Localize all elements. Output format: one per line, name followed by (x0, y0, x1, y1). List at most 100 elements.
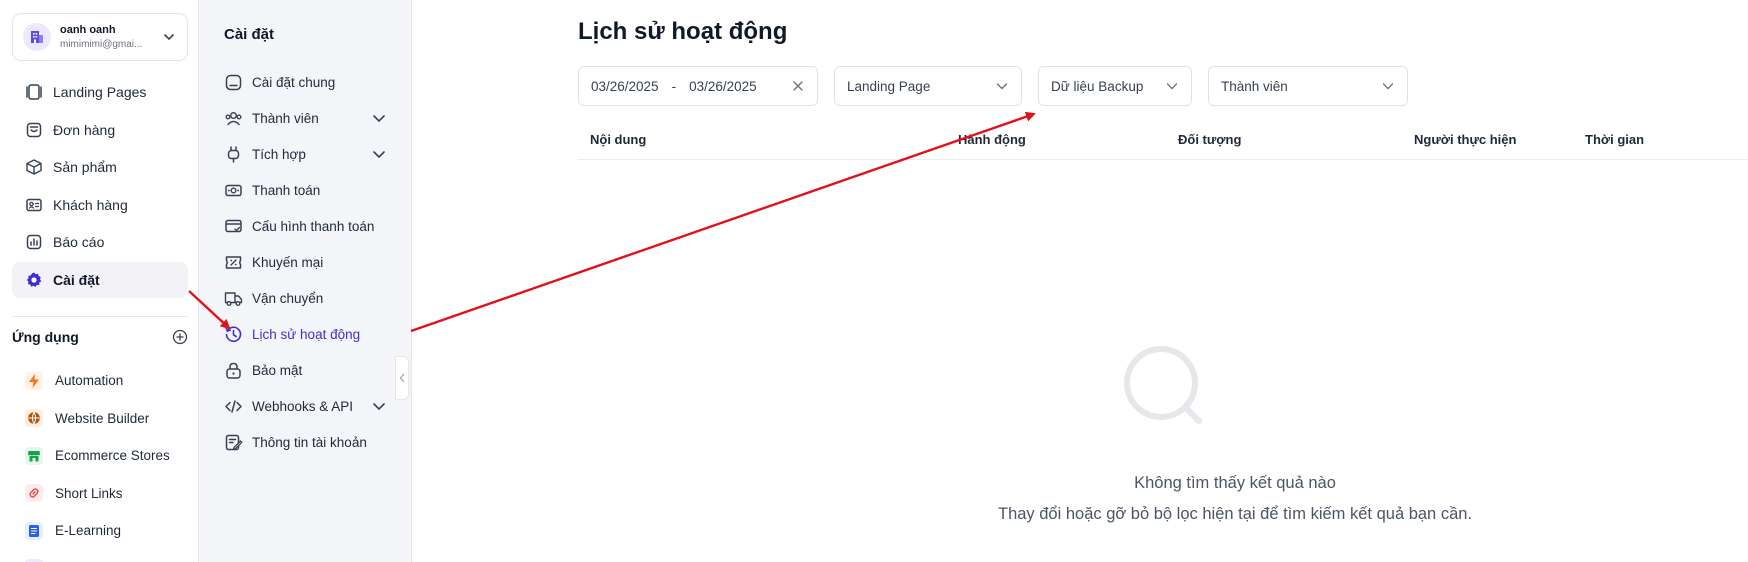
app-label: Website Builder (55, 410, 150, 426)
settings-item-security[interactable]: Bảo mật (224, 352, 389, 388)
lightning-icon (25, 371, 43, 390)
orders-icon (26, 122, 42, 137)
landing-pages-icon (26, 84, 42, 100)
app-item-partial[interactable] (12, 550, 188, 562)
chevron-down-icon[interactable] (371, 110, 387, 126)
settings-title: Cài đặt (224, 26, 275, 43)
link-icon (25, 484, 43, 503)
app-label: Ecommerce Stores (55, 448, 170, 464)
nav-item-products[interactable]: Sản phẩm (12, 149, 188, 185)
nav-item-customers[interactable]: Khách hàng (12, 187, 188, 223)
apps-title: Ứng dụng (12, 329, 79, 345)
code-icon (225, 399, 242, 413)
empty-state-subtitle: Thay đổi hoặc gỡ bỏ bộ lọc hiện tại để t… (997, 505, 1473, 523)
clear-icon[interactable] (791, 79, 805, 93)
column-header-performer: Người thực hiện (1414, 132, 1517, 147)
settings-item-payments[interactable]: Thanh toán (224, 172, 389, 208)
settings-item-label: Vận chuyển (252, 290, 324, 306)
sidebar-divider (12, 316, 188, 317)
settings-item-label: Cài đặt chung (252, 74, 336, 90)
settings-item-members[interactable]: Thành viên (224, 100, 389, 136)
account-info-icon (225, 434, 243, 450)
settings-item-promotions[interactable]: Khuyến mại (224, 244, 389, 280)
account-email: mimimimi@gmai... (60, 39, 143, 50)
chevron-down-icon (1166, 83, 1178, 90)
building-icon (23, 23, 51, 51)
data-type-select[interactable]: Dữ liệu Backup (1038, 66, 1192, 106)
nav-label: Cài đặt (53, 271, 100, 288)
chevron-down-icon (1382, 83, 1394, 90)
nav-label: Landing Pages (53, 84, 147, 100)
settings-item-label: Lịch sử hoạt động (252, 326, 361, 342)
select-value: Thành viên (1221, 78, 1288, 94)
nav-item-settings[interactable]: Cài đặt (12, 261, 188, 298)
truck-icon (224, 291, 243, 306)
app-item-website-builder[interactable]: Website Builder (12, 400, 188, 438)
payment-config-icon (225, 219, 242, 232)
nav-item-orders[interactable]: Đơn hàng (12, 112, 188, 148)
chevron-down-icon (996, 83, 1008, 90)
nav-label: Sản phẩm (53, 159, 117, 175)
money-icon (225, 184, 242, 196)
settings-item-shipping[interactable]: Vận chuyển (224, 280, 389, 316)
chevron-down-icon[interactable] (161, 29, 177, 45)
settings-item-label: Khuyến mại (252, 254, 324, 270)
gear-icon (26, 272, 42, 287)
chevron-left-icon (399, 373, 405, 383)
add-circle-icon[interactable] (172, 329, 188, 345)
settings-item-label: Thành viên (252, 110, 319, 126)
app-label: Automation (55, 373, 124, 389)
table-header: Nội dung Hành động Đối tượng Người thực … (578, 122, 1748, 160)
app-item-short-links[interactable]: Short Links (12, 475, 188, 513)
app-label: E-Learning (55, 523, 122, 539)
landing-page-select[interactable]: Landing Page (834, 66, 1022, 106)
globe-icon (25, 409, 43, 428)
plug-icon (227, 145, 240, 163)
date-range-picker[interactable]: 03/26/2025 - 03/26/2025 (578, 66, 818, 106)
settings-item-payment-config[interactable]: Cấu hình thanh toán (224, 208, 389, 244)
settings-nav: Cài đặt chung Thành viên Tích hợp Thanh … (224, 64, 389, 460)
settings-item-label: Thanh toán (252, 182, 321, 198)
column-header-time: Thời gian (1585, 132, 1645, 147)
date-separator: - (671, 78, 677, 94)
chevron-down-icon[interactable] (371, 146, 387, 162)
settings-item-general[interactable]: Cài đặt chung (224, 64, 389, 100)
members-icon (225, 111, 242, 125)
nav-label: Báo cáo (53, 234, 105, 250)
chevron-down-icon[interactable] (371, 398, 387, 414)
main-sidebar: oanh oanh mimimimi@gmai... Landing Pages… (0, 0, 199, 562)
report-icon (26, 234, 42, 250)
app-item-automation[interactable]: Automation (12, 362, 188, 400)
settings-item-label: Cấu hình thanh toán (252, 218, 375, 234)
general-settings-icon (225, 74, 242, 90)
primary-nav: Landing Pages Đơn hàng Sản phẩm Khách hà… (12, 74, 188, 299)
column-header-content: Nội dung (590, 132, 647, 147)
app-item-e-learning[interactable]: E-Learning (12, 512, 188, 550)
settings-item-label: Thông tin tài khoản (252, 434, 367, 450)
column-header-action: Hành động (958, 132, 1026, 147)
apps-list: Automation Website Builder Ecommerce Sto… (12, 362, 188, 562)
sidebar-collapse-toggle[interactable] (395, 356, 409, 400)
box-icon (26, 159, 42, 175)
app-item-ecommerce-stores[interactable]: Ecommerce Stores (12, 437, 188, 475)
settings-item-label: Bảo mật (252, 362, 303, 378)
date-to: 03/26/2025 (689, 78, 757, 94)
settings-item-activity-history[interactable]: Lịch sử hoạt động (224, 316, 389, 352)
member-select[interactable]: Thành viên (1208, 66, 1408, 106)
select-value: Dữ liệu Backup (1051, 78, 1144, 94)
apps-header: Ứng dụng (12, 327, 188, 347)
account-switcher[interactable]: oanh oanh mimimimi@gmai... (12, 13, 188, 61)
app-label: Short Links (55, 485, 123, 501)
nav-item-landing-pages[interactable]: Landing Pages (12, 74, 188, 110)
settings-item-account-info[interactable]: Thông tin tài khoản (224, 424, 389, 460)
settings-item-integrations[interactable]: Tích hợp (224, 136, 389, 172)
main-content: Lịch sử hoạt động 03/26/2025 - 03/26/202… (412, 0, 1748, 562)
promo-ticket-icon (225, 255, 242, 269)
book-icon (25, 521, 43, 540)
settings-item-label: Webhooks & API (252, 398, 354, 414)
settings-item-webhooks-api[interactable]: Webhooks & API (224, 388, 389, 424)
nav-item-reports[interactable]: Báo cáo (12, 224, 188, 260)
nav-label: Khách hàng (53, 196, 128, 213)
settings-item-label: Tích hợp (252, 146, 306, 162)
account-name: oanh oanh (60, 24, 116, 36)
